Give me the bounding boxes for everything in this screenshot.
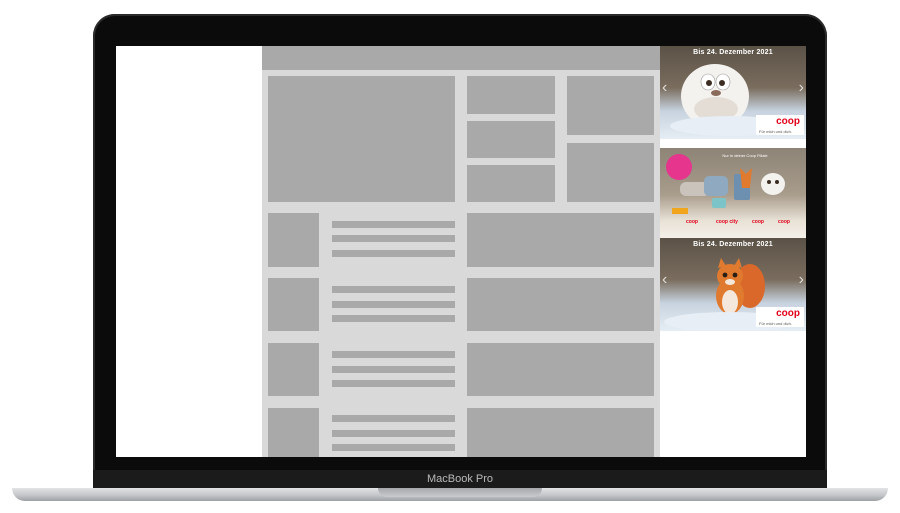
coop-logo: coop — [776, 116, 800, 127]
wireframe-card — [467, 278, 654, 331]
wireframe-tile — [467, 165, 555, 202]
brand-coop-3: coop — [778, 219, 790, 225]
wireframe-card — [467, 408, 654, 457]
chevron-right-icon[interactable]: › — [799, 272, 804, 288]
coop-logo-box: coop Für mich und dich. — [756, 307, 804, 327]
brand-coop-2: coop — [752, 219, 764, 225]
wireframe-text-line — [332, 221, 455, 228]
wireframe-text-line — [332, 351, 455, 358]
wireframe-tile — [567, 76, 654, 135]
wireframe-header — [262, 46, 660, 70]
coop-logo: coop — [776, 308, 800, 319]
wireframe-card — [467, 343, 654, 396]
wireframe-card — [467, 213, 654, 267]
wireframe-tile — [467, 121, 555, 158]
products-image — [672, 168, 785, 214]
wireframe-page — [262, 46, 660, 457]
wireframe-text-line — [332, 430, 455, 437]
brand-coop-city: coop city — [716, 219, 738, 225]
coop-tagline: Für mich und dich. — [759, 321, 792, 326]
coop-tagline: Für mich und dich. — [759, 129, 792, 134]
wireframe-text-line — [332, 380, 455, 387]
brand-coop-1: coop — [686, 219, 698, 225]
laptop-opening-notch — [378, 488, 542, 497]
wireframe-text-line — [332, 315, 455, 322]
wireframe-tile — [567, 143, 654, 202]
laptop-screen: Bis 24. Dezember 2021 ‹ › coop Für mich … — [116, 46, 806, 457]
wireframe-tile — [467, 76, 555, 114]
device-model-label: MacBook Pro — [426, 473, 494, 485]
wireframe-hero — [268, 76, 455, 202]
wireframe-thumb — [268, 213, 319, 267]
ad-banner-products[interactable]: Nur in deiner Coop Filiale coop coop cit… — [660, 148, 806, 241]
laptop-lid: Bis 24. Dezember 2021 ‹ › coop Für mich … — [93, 14, 827, 490]
chevron-right-icon[interactable]: › — [799, 80, 804, 96]
wireframe-thumb — [268, 278, 319, 331]
blank-area — [116, 46, 262, 457]
wireframe-thumb — [268, 408, 319, 457]
ad-banner-squirrel[interactable]: Bis 24. Dezember 2021 ‹ › coop Für mich … — [660, 238, 806, 331]
coop-logo-box: coop Für mich und dich. — [756, 115, 804, 135]
wireframe-text-line — [332, 286, 455, 293]
wireframe-thumb — [268, 343, 319, 396]
wireframe-text-line — [332, 250, 455, 257]
wireframe-text-line — [332, 444, 455, 451]
wireframe-text-line — [332, 235, 455, 242]
chevron-left-icon[interactable]: ‹ — [662, 80, 667, 96]
ad-column: Bis 24. Dezember 2021 ‹ › coop Für mich … — [660, 46, 806, 457]
wireframe-text-line — [332, 415, 455, 422]
ad-banner-yeti[interactable]: Bis 24. Dezember 2021 ‹ › coop Für mich … — [660, 46, 806, 139]
chevron-left-icon[interactable]: ‹ — [662, 272, 667, 288]
wireframe-text-line — [332, 366, 455, 373]
wireframe-text-line — [332, 301, 455, 308]
